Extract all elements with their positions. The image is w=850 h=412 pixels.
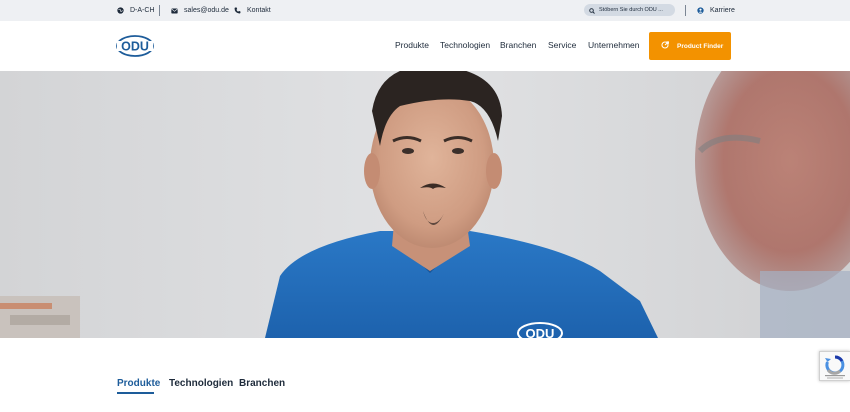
mail-icon — [171, 8, 178, 14]
product-finder-button[interactable]: Product Finder — [649, 32, 731, 60]
top-utility-bar: D-A-CH sales@odu.de Kontakt Karriere — [0, 0, 850, 21]
tab-technologien[interactable]: Technologien — [169, 378, 233, 389]
email-label: sales@odu.de — [184, 7, 229, 14]
odu-logo[interactable]: ODU — [116, 35, 154, 62]
recaptcha-badge[interactable] — [819, 351, 850, 381]
contact-label: Kontakt — [247, 7, 271, 14]
main-header: ODU Produkte Technologien Branchen Servi… — [0, 21, 850, 71]
product-finder-label: Product Finder — [677, 42, 724, 50]
hero-photo: ODU — [0, 71, 850, 338]
topbar-divider — [159, 5, 160, 16]
search-box[interactable] — [584, 4, 675, 16]
shirt-logo-text: ODU — [526, 326, 555, 338]
contact-link[interactable]: Kontakt — [234, 0, 271, 21]
phone-icon — [234, 7, 241, 14]
category-tabs: Produkte Technologien Branchen — [0, 338, 850, 412]
email-link[interactable]: sales@odu.de — [171, 0, 229, 21]
hero-image: ODU — [0, 71, 850, 338]
globe-icon — [117, 7, 124, 14]
career-icon — [697, 7, 704, 14]
product-finder-icon — [661, 41, 669, 51]
search-input[interactable] — [599, 7, 675, 13]
tab-produkte[interactable]: Produkte — [117, 378, 160, 389]
recaptcha-icon — [820, 355, 850, 384]
career-label: Karriere — [710, 7, 735, 14]
active-tab-indicator — [117, 392, 154, 394]
region-selector[interactable]: D-A-CH — [117, 0, 155, 21]
search-icon — [589, 1, 595, 19]
nav-branchen[interactable]: Branchen — [500, 40, 536, 50]
nav-unternehmen[interactable]: Unternehmen — [588, 40, 640, 50]
career-link[interactable]: Karriere — [697, 0, 735, 21]
tab-branchen[interactable]: Branchen — [239, 378, 285, 389]
region-label: D-A-CH — [130, 7, 155, 14]
nav-service[interactable]: Service — [548, 40, 576, 50]
nav-produkte[interactable]: Produkte — [395, 40, 429, 50]
logo-text: ODU — [121, 40, 149, 54]
nav-technologien[interactable]: Technologien — [440, 40, 490, 50]
topbar-divider — [685, 5, 686, 16]
